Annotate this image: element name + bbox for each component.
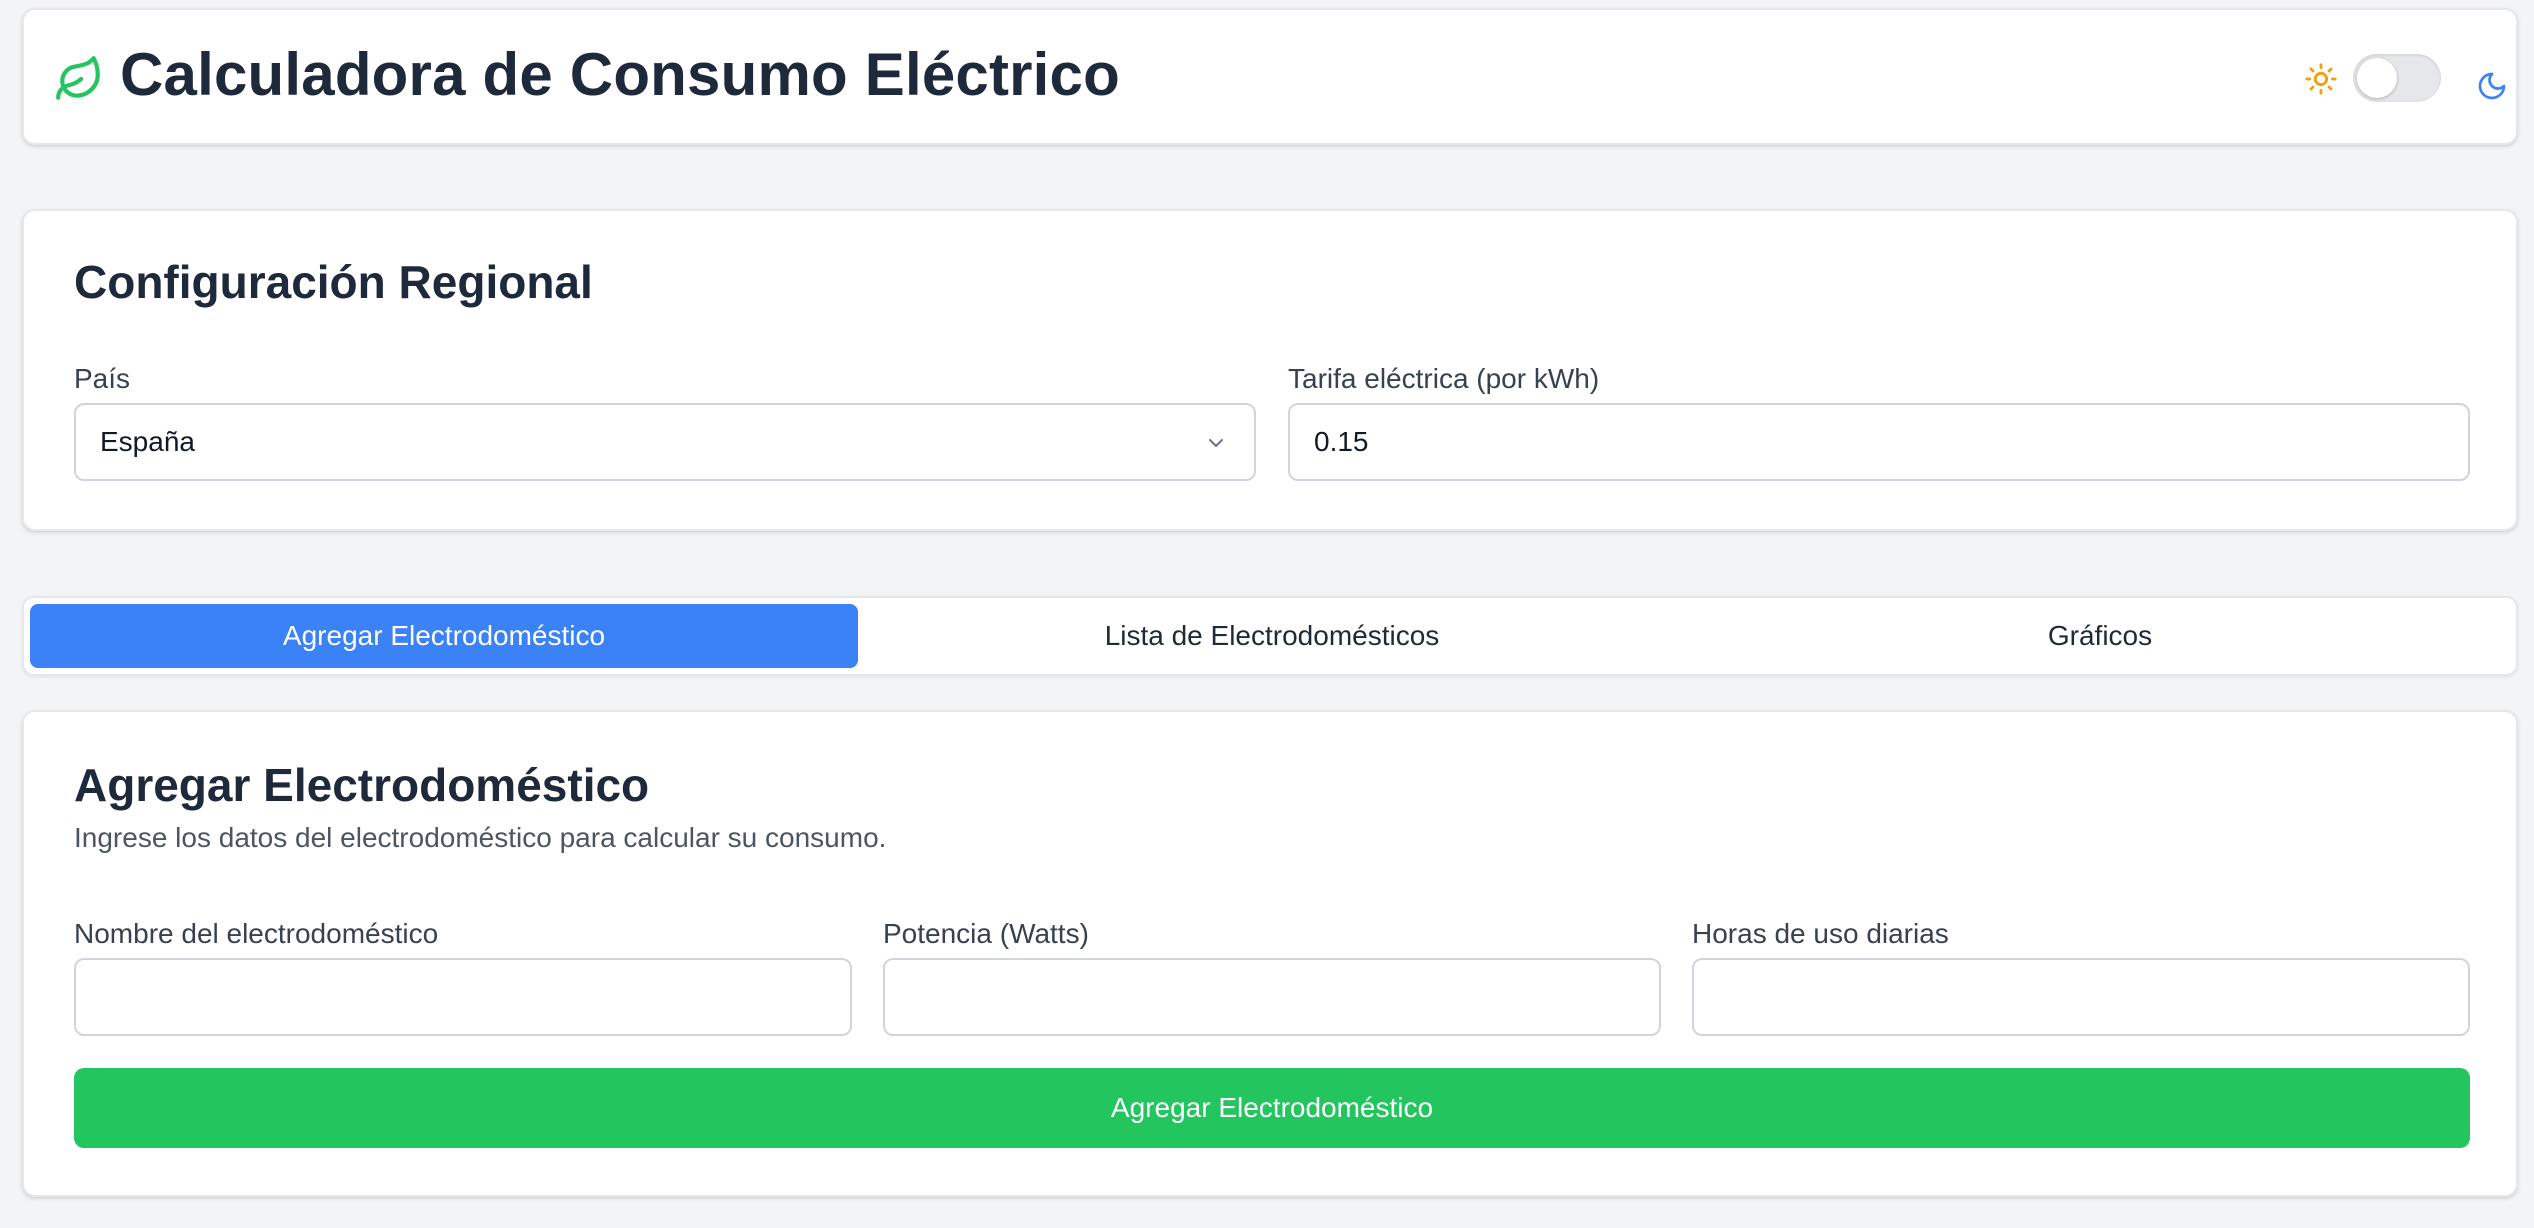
power-label: Potencia (Watts) (883, 918, 1089, 949)
app-title: Calculadora de Consumo Eléctrico (120, 41, 1120, 108)
appliance-name-label: Nombre del electrodoméstico (74, 918, 439, 949)
country-selected-value: España (100, 426, 195, 457)
add-appliance-title: Agregar Electrodoméstico (74, 759, 650, 811)
add-appliance-button[interactable]: Agregar Electrodoméstico (74, 1068, 2470, 1148)
chevron-down-icon (1209, 439, 1223, 447)
power-input[interactable] (883, 958, 1661, 1036)
regional-config-title: Configuración Regional (74, 256, 593, 308)
tariff-label: Tarifa eléctrica (por kWh) (1288, 363, 1600, 394)
moon-icon (2478, 72, 2506, 100)
regional-config-card: Configuración Regional País España Tarif… (22, 209, 2518, 531)
sun-icon (2305, 63, 2337, 95)
tab-bar: Agregar Electrodoméstico Lista de Electr… (22, 596, 2518, 676)
tariff-input[interactable] (1288, 403, 2470, 481)
toggle-knob (2357, 58, 2397, 98)
add-appliance-card: Agregar Electrodoméstico Ingrese los dat… (22, 710, 2518, 1197)
appliance-name-input[interactable] (74, 958, 852, 1036)
tab-charts[interactable]: Gráficos (1686, 604, 2514, 668)
add-appliance-description: Ingrese los datos del electrodoméstico p… (74, 822, 887, 853)
hours-input[interactable] (1692, 958, 2470, 1036)
country-select[interactable]: España (74, 403, 1256, 481)
app-header: Calculadora de Consumo Eléctrico (22, 8, 2518, 145)
tab-add-appliance[interactable]: Agregar Electrodoméstico (30, 604, 858, 668)
tab-appliance-list[interactable]: Lista de Electrodomésticos (858, 604, 1686, 668)
hours-label: Horas de uso diarias (1692, 918, 1949, 949)
country-label: País (74, 363, 131, 394)
theme-toggle[interactable] (2353, 54, 2441, 102)
leaf-icon (56, 56, 100, 100)
